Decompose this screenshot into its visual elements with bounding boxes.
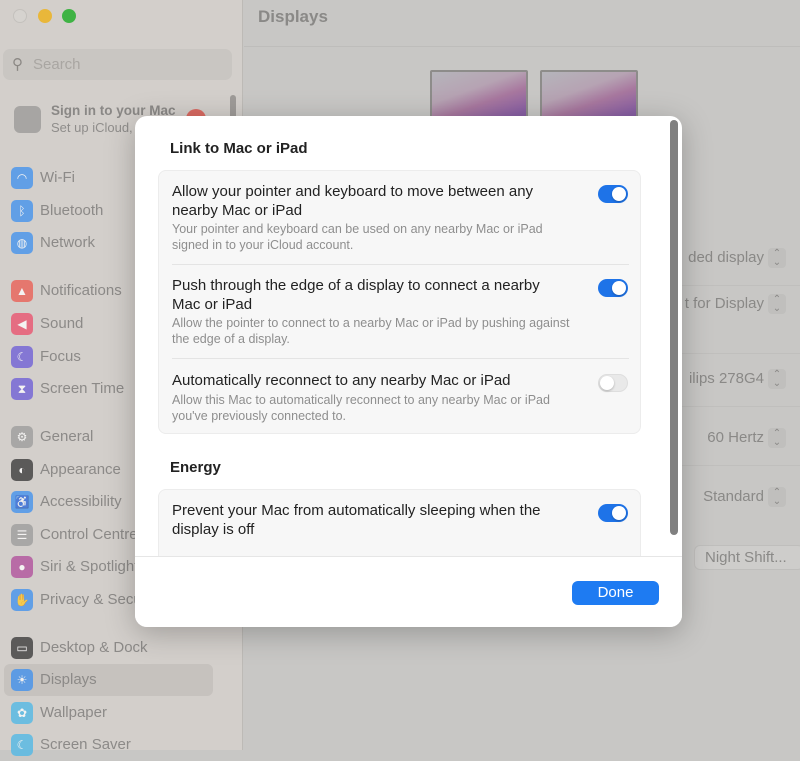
dialog-scrollbar[interactable] <box>670 120 678 535</box>
chevron-updown-icon[interactable]: ⌃ ⌄ <box>768 248 786 268</box>
hand-icon: ✋ <box>11 589 33 611</box>
sidebar-item-label: Screen Saver <box>40 736 131 753</box>
chevron-updown-icon[interactable]: ⌃ ⌄ <box>768 487 786 507</box>
chevron-updown-icon[interactable]: ⌃ ⌄ <box>768 428 786 448</box>
control-centre-icon: ☰ <box>11 524 33 546</box>
setting-value[interactable]: t for Display <box>685 295 764 312</box>
sidebar-item-label: Control Centre <box>40 526 138 543</box>
gear-icon: ⚙ <box>11 426 33 448</box>
done-button[interactable]: Done <box>572 581 659 605</box>
divider <box>172 264 629 265</box>
globe-icon: ◍ <box>11 232 33 254</box>
bluetooth-icon: ᛒ <box>11 200 33 222</box>
auto-reconnect-toggle[interactable] <box>598 374 628 392</box>
close-window-button[interactable] <box>13 9 27 23</box>
sidebar-item-label: Network <box>40 234 96 251</box>
sidebar-item-label: Accessibility <box>40 493 122 510</box>
sidebar-item-desktop-dock[interactable]: ▭ Desktop & Dock <box>4 632 213 664</box>
zoom-window-button[interactable] <box>62 9 76 23</box>
sidebar-item-label: Notifications <box>40 282 122 299</box>
apple-icon <box>14 106 41 133</box>
appearance-icon: ◐ <box>11 459 33 481</box>
siri-icon: ● <box>11 556 33 578</box>
setting-value[interactable]: 60 Hertz <box>707 429 764 446</box>
sidebar-item-label: Wi-Fi <box>40 169 75 186</box>
sidebar-item-label: Focus <box>40 348 81 365</box>
night-shift-button[interactable]: Night Shift... <box>694 545 800 570</box>
search-input[interactable]: ⚲ Search <box>3 49 232 80</box>
accessibility-icon: ♿ <box>11 491 33 513</box>
dialog-footer: Done <box>135 556 682 627</box>
search-icon: ⚲ <box>12 56 23 73</box>
section-title-link: Link to Mac or iPad <box>170 140 308 157</box>
chevron-updown-icon[interactable]: ⌃ ⌄ <box>768 369 786 389</box>
sidebar-item-label: Bluetooth <box>40 202 104 219</box>
sidebar-item-screen-saver[interactable]: ☾ Screen Saver <box>4 729 213 761</box>
link-to-mac-dialog: Link to Mac or iPad Allow your pointer a… <box>135 116 682 627</box>
setting-value[interactable]: ded display <box>688 249 764 266</box>
sidebar-item-wallpaper[interactable]: ✿ Wallpaper <box>4 697 213 729</box>
chevron-updown-icon[interactable]: ⌃ ⌄ <box>768 294 786 314</box>
divider <box>172 358 629 359</box>
link-settings-card: Allow your pointer and keyboard to move … <box>158 170 641 434</box>
sun-icon: ☀ <box>11 669 33 691</box>
bell-icon: ▲ <box>11 280 33 302</box>
sidebar-item-label: Screen Time <box>40 380 125 397</box>
sidebar-item-label: Desktop & Dock <box>40 639 148 656</box>
sidebar-item-label: Displays <box>40 671 97 688</box>
sidebar-item-label: Siri & Spotlight <box>40 558 139 575</box>
flower-icon: ✿ <box>11 702 33 724</box>
setting-value[interactable]: ilips 278G4 <box>689 370 764 387</box>
wifi-icon: ◠ <box>11 167 33 189</box>
setting-row-pointer-keyboard: Allow your pointer and keyboard to move … <box>172 183 543 252</box>
divider <box>244 46 800 47</box>
prevent-sleep-toggle[interactable] <box>598 504 628 522</box>
minimize-window-button[interactable] <box>38 9 52 23</box>
push-through-toggle[interactable] <box>598 279 628 297</box>
sidebar-item-label: Appearance <box>40 461 121 478</box>
setting-row-auto-reconnect: Automatically reconnect to any nearby Ma… <box>172 372 550 423</box>
screensaver-icon: ☾ <box>11 734 33 756</box>
sidebar-item-label: General <box>40 428 94 445</box>
setting-row-push-through: Push through the edge of a display to co… <box>172 277 570 346</box>
hourglass-icon: ⧗ <box>11 378 33 400</box>
page-title: Displays <box>258 7 328 26</box>
sidebar-item-displays[interactable]: ☀ Displays <box>4 664 213 696</box>
dock-icon: ▭ <box>11 637 33 659</box>
setting-row-prevent-sleep: Prevent your Mac from automatically slee… <box>172 502 541 538</box>
setting-value[interactable]: Standard <box>703 488 764 505</box>
pointer-keyboard-toggle[interactable] <box>598 185 628 203</box>
moon-icon: ☾ <box>11 346 33 368</box>
sidebar-item-label: Wallpaper <box>40 704 107 721</box>
sidebar-item-label: Sound <box>40 315 84 332</box>
section-title-energy: Energy <box>170 459 221 476</box>
speaker-icon: ◀ <box>11 313 33 335</box>
